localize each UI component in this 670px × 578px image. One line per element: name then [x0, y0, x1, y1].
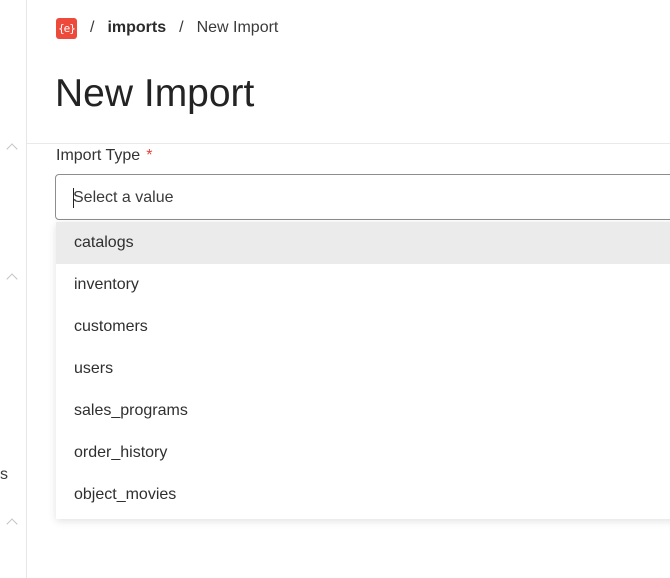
option-customers[interactable]: customers — [56, 306, 670, 348]
import-type-select[interactable] — [55, 174, 670, 220]
text-cursor — [73, 188, 74, 208]
chevron-up-icon[interactable] — [6, 273, 18, 285]
chevron-up-icon[interactable] — [6, 143, 18, 155]
option-inventory[interactable]: inventory — [56, 264, 670, 306]
breadcrumb-current: New Import — [196, 19, 279, 36]
option-users[interactable]: users — [56, 348, 670, 390]
option-object-movies[interactable]: object_movies — [56, 474, 670, 516]
required-marker: * — [146, 147, 153, 164]
option-catalogs[interactable]: catalogs — [56, 222, 670, 264]
brand-logo-icon[interactable]: {e} — [56, 17, 77, 39]
chevron-up-icon[interactable] — [6, 518, 18, 530]
option-order-history[interactable]: order_history — [56, 432, 670, 474]
breadcrumb: {e} / imports / New Import — [56, 17, 278, 39]
page-title: New Import — [55, 72, 255, 115]
title-divider — [27, 143, 670, 144]
import-type-label-text: Import Type — [56, 147, 141, 164]
sidebar-partial-label: s — [0, 466, 8, 483]
sidebar-rail: s — [0, 0, 27, 578]
import-type-label: Import Type * — [56, 147, 152, 165]
import-type-dropdown: catalogs inventory customers users sales… — [56, 222, 670, 519]
page: s {e} / imports / New Import New Import … — [0, 0, 670, 578]
breadcrumb-separator: / — [90, 19, 95, 36]
import-type-input[interactable] — [73, 186, 633, 210]
breadcrumb-link-imports[interactable]: imports — [107, 19, 166, 37]
breadcrumb-separator: / — [179, 19, 184, 36]
option-sales-programs[interactable]: sales_programs — [56, 390, 670, 432]
